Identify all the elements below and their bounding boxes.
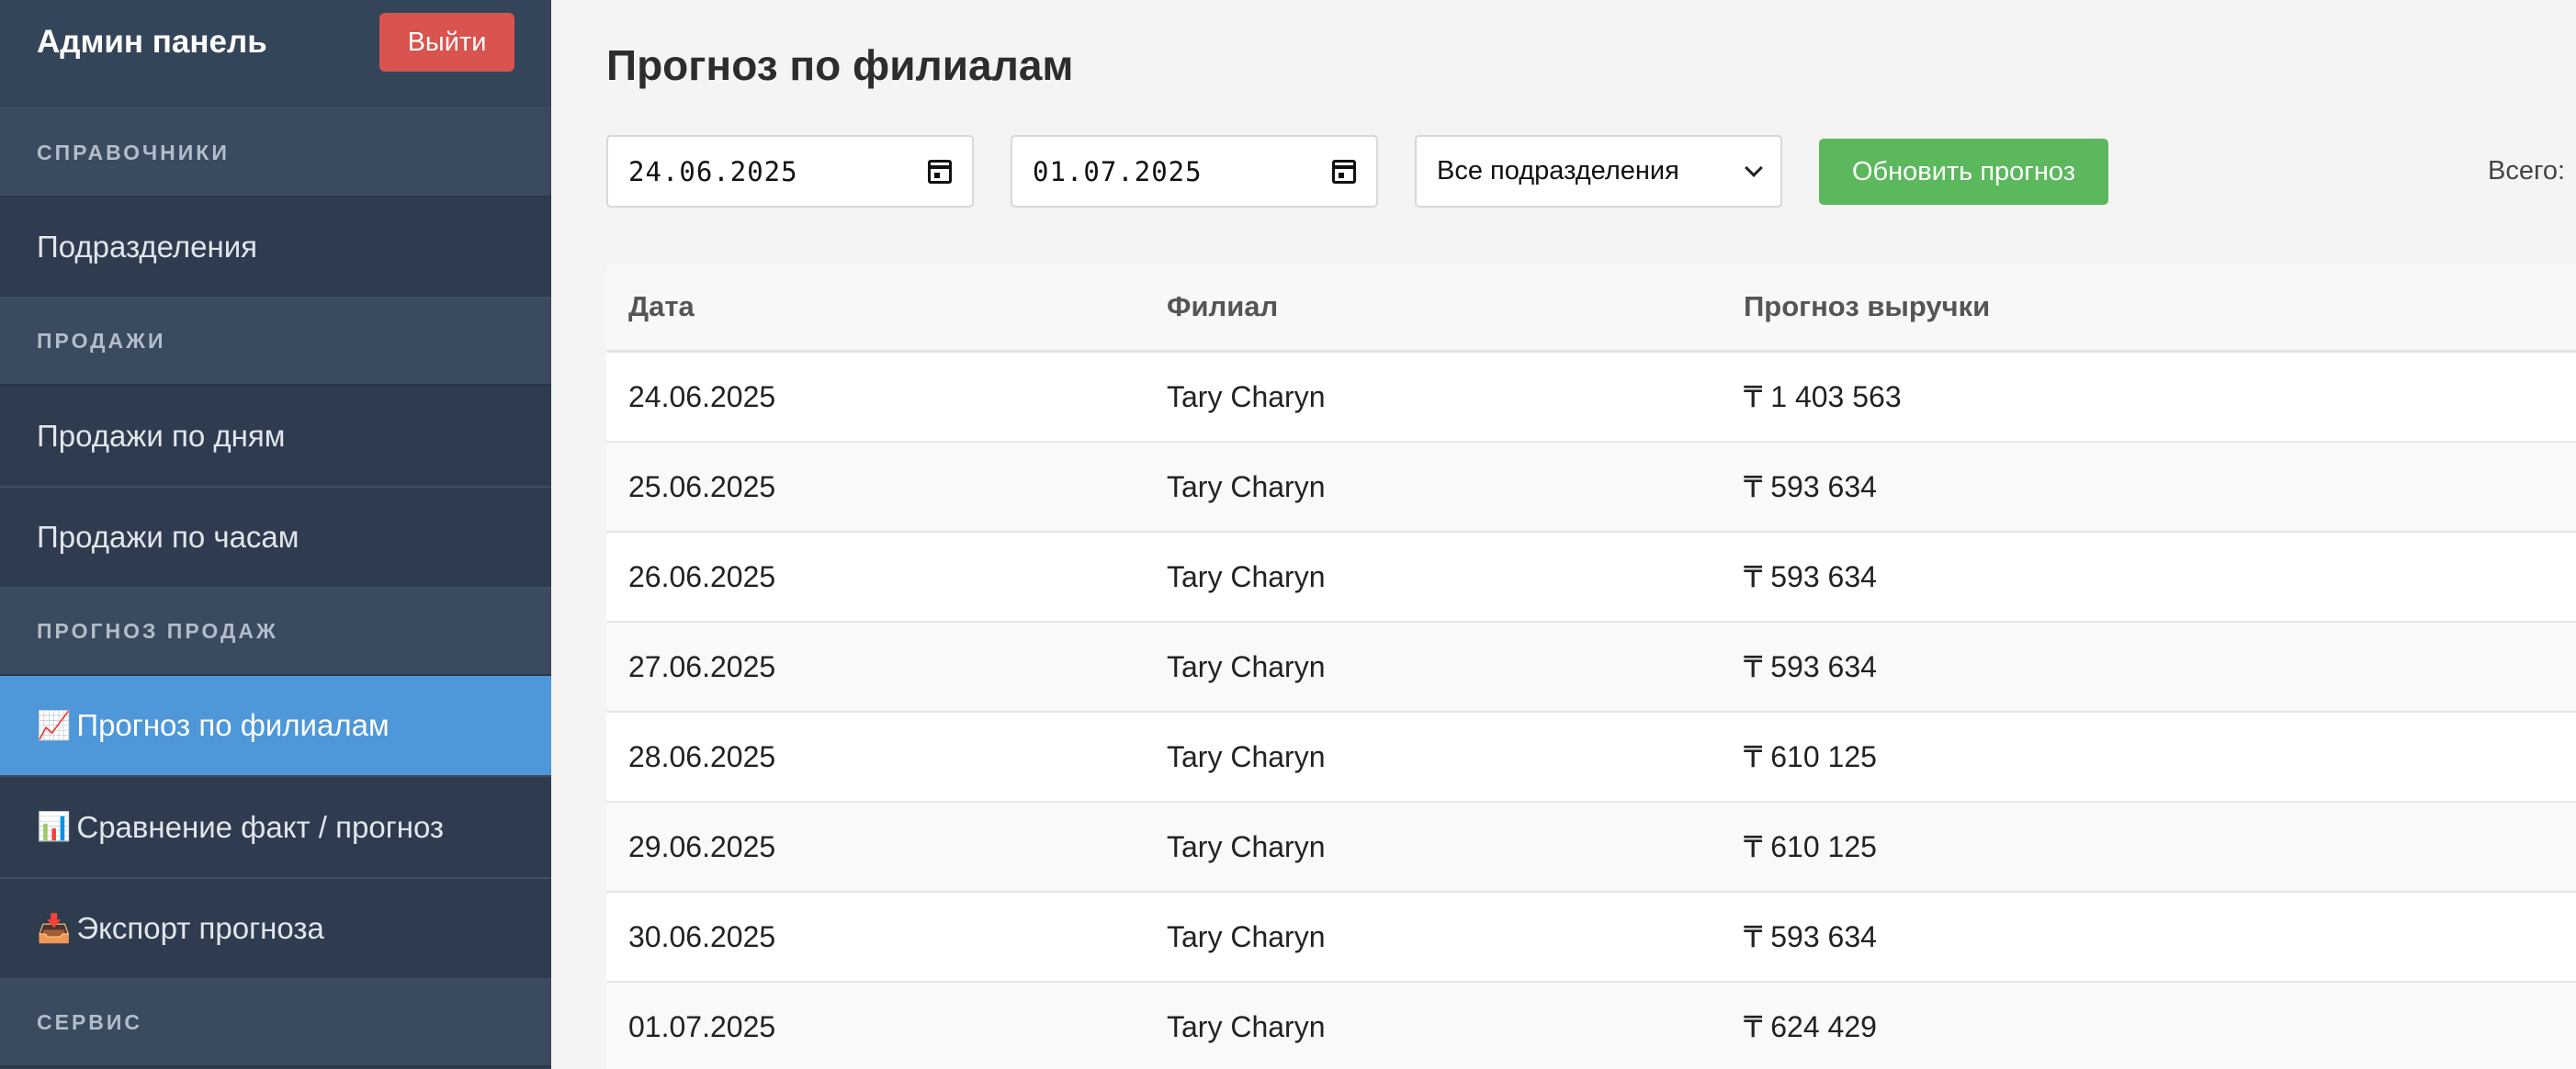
calendar-icon[interactable] (1332, 159, 1356, 184)
cell-date: 26.06.2025 (628, 559, 776, 593)
sidebar: Админ панель Выйти СПРАВОЧНИКИ Подраздел… (0, 0, 551, 1069)
cell-date: 25.06.2025 (628, 469, 776, 503)
column-header-branch[interactable]: Филиал (1167, 290, 1744, 323)
table-row: 01.07.2025 Tary Charyn ₸ 624 429 (606, 983, 2576, 1069)
sidebar-title: Админ панель (37, 24, 267, 60)
cell-date: 30.06.2025 (628, 919, 776, 953)
cell-branch: Tary Charyn (1167, 1009, 1326, 1043)
table-row: 25.06.2025 Tary Charyn ₸ 593 634 (606, 443, 2576, 533)
section-service: СЕРВИС (0, 980, 551, 1067)
cell-date: 01.07.2025 (628, 1009, 776, 1043)
cell-revenue: ₸ 593 634 (1744, 920, 1877, 953)
cell-branch: Tary Charyn (1167, 559, 1326, 593)
date-from-field[interactable]: 24.06.2025 (606, 135, 974, 208)
logout-button[interactable]: Выйти (379, 13, 514, 72)
cell-revenue: ₸ 610 125 (1744, 830, 1877, 863)
section-directories: СПРАВОЧНИКИ (0, 109, 551, 197)
cell-branch: Tary Charyn (1167, 649, 1326, 683)
table-row: 26.06.2025 Tary Charyn ₸ 593 634 (606, 533, 2576, 623)
table-row: 29.06.2025 Tary Charyn ₸ 610 125 (606, 803, 2576, 893)
table-row: 30.06.2025 Tary Charyn ₸ 593 634 (606, 893, 2576, 983)
cell-date: 27.06.2025 (628, 649, 776, 683)
department-select[interactable]: Все подразделения (1415, 135, 1782, 208)
cell-revenue: ₸ 610 125 (1744, 740, 1877, 773)
forecast-table: Дата Филиал Прогноз выручки 24.06.2025 T… (606, 264, 2576, 1069)
sidebar-item-sales-by-hour[interactable]: Продажи по часам (0, 488, 551, 589)
cell-branch: Tary Charyn (1167, 739, 1326, 773)
date-to-field[interactable]: 01.07.2025 (1011, 135, 1378, 208)
cell-branch: Tary Charyn (1167, 829, 1326, 863)
cell-revenue: ₸ 593 634 (1744, 470, 1877, 503)
cell-date: 29.06.2025 (628, 829, 776, 863)
cell-branch: Tary Charyn (1167, 379, 1326, 413)
table-body: 24.06.2025 Tary Charyn ₸ 1 403 563 25.06… (606, 353, 2576, 1069)
chevron-down-icon (1745, 158, 1763, 177)
total-label: Всего: (2488, 156, 2566, 186)
sidebar-item-label: Сравнение факт / прогноз (76, 809, 445, 844)
sidebar-item-export-forecast[interactable]: 📥 Экспорт прогноза (0, 879, 551, 980)
cell-revenue: ₸ 593 634 (1744, 560, 1877, 593)
chart-increasing-icon: 📈 (37, 710, 72, 741)
cell-branch: Tary Charyn (1167, 919, 1326, 953)
page-title: Прогноз по филиалам (606, 41, 1074, 89)
main-content: Прогноз по филиалам 24.06.2025 01.07.202… (551, 0, 2576, 1069)
section-sales: ПРОДАЖИ (0, 298, 551, 386)
cell-date: 24.06.2025 (628, 379, 776, 413)
sidebar-header: Админ панель Выйти (0, 0, 551, 109)
table-row: 24.06.2025 Tary Charyn ₸ 1 403 563 (606, 353, 2576, 443)
table-row: 27.06.2025 Tary Charyn ₸ 593 634 (606, 623, 2576, 713)
cell-branch: Tary Charyn (1167, 469, 1326, 503)
calendar-icon[interactable] (928, 159, 952, 184)
column-header-revenue-forecast[interactable]: Прогноз выручки (1744, 290, 2570, 323)
cell-revenue: ₸ 1 403 563 (1744, 380, 1902, 413)
table-header: Дата Филиал Прогноз выручки (606, 264, 2576, 353)
inbox-tray-icon: 📥 (37, 913, 72, 944)
section-forecast: ПРОГНОЗ ПРОДАЖ (0, 589, 551, 676)
cell-revenue: ₸ 593 634 (1744, 650, 1877, 683)
cell-revenue: ₸ 624 429 (1744, 1010, 1877, 1043)
sidebar-item-forecast-by-branch[interactable]: 📈 Прогноз по филиалам (0, 676, 551, 777)
sidebar-item-sales-by-day[interactable]: Продажи по дням (0, 386, 551, 488)
date-to-value: 01.07.2025 (1033, 155, 1203, 187)
column-header-date[interactable]: Дата (606, 290, 1167, 323)
department-select-value: Все подразделения (1437, 156, 1679, 186)
sidebar-item-label: Прогноз по филиалам (76, 708, 390, 742)
cell-date: 28.06.2025 (628, 739, 776, 773)
bar-chart-icon: 📊 (37, 812, 72, 842)
date-from-value: 24.06.2025 (628, 155, 798, 187)
sidebar-item-label: Экспорт прогноза (76, 911, 324, 945)
table-row: 28.06.2025 Tary Charyn ₸ 610 125 (606, 713, 2576, 803)
update-forecast-button[interactable]: Обновить прогноз (1819, 139, 2108, 205)
sidebar-item-compare-fact-forecast[interactable]: 📊 Сравнение факт / прогноз (0, 777, 551, 879)
sidebar-item-departments[interactable]: Подразделения (0, 197, 551, 298)
